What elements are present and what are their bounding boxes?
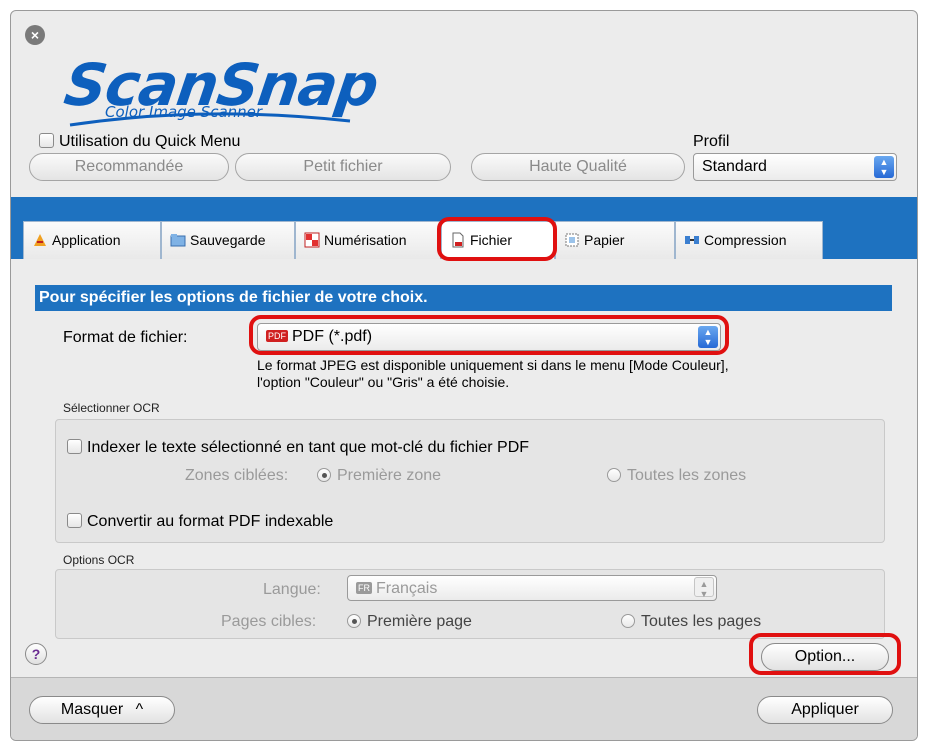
tab-papier[interactable]: Papier	[555, 221, 675, 259]
file-format-select[interactable]: PDF PDF (*.pdf) ▲ ▼	[257, 323, 721, 351]
langue-value: Français	[376, 580, 438, 597]
radio-icon[interactable]	[317, 468, 331, 482]
page-all-label: Toutes les pages	[641, 613, 762, 630]
langue-select[interactable]: FR Français ▲ ▼	[347, 575, 717, 601]
preset-recommended-button[interactable]: Recommandée	[29, 153, 229, 181]
page-all-radio[interactable]: Toutes les pages	[621, 613, 761, 631]
convert-label: Convertir au format PDF indexable	[87, 513, 334, 530]
fr-flag-icon: FR	[356, 582, 372, 594]
ocr-select-title: Sélectionner OCR	[63, 401, 160, 415]
zone-all-label: Toutes les zones	[627, 467, 747, 484]
tab-label: Numérisation	[324, 232, 407, 248]
quick-menu-checkbox[interactable]: Utilisation du Quick Menu	[39, 133, 240, 151]
tab-label: Papier	[584, 232, 625, 248]
page-first-radio[interactable]: Première page	[347, 613, 472, 631]
select-arrows-icon: ▲ ▼	[698, 326, 718, 348]
option-button[interactable]: Option...	[761, 643, 889, 671]
zone-all-radio[interactable]: Toutes les zones	[607, 467, 746, 485]
preset-high-quality-button[interactable]: Haute Qualité	[471, 153, 685, 181]
langue-label: Langue:	[263, 581, 321, 598]
help-icon[interactable]: ?	[25, 643, 47, 665]
quick-menu-label: Utilisation du Quick Menu	[59, 133, 241, 150]
pdf-icon: PDF	[266, 330, 288, 342]
zone-first-label: Première zone	[337, 467, 442, 484]
folder-icon	[170, 234, 186, 247]
tab-fichier[interactable]: Fichier	[441, 221, 555, 259]
tab-label: Application	[52, 232, 121, 248]
tab-label: Sauvegarde	[190, 232, 266, 248]
format-hint: Le format JPEG est disponible uniquement…	[257, 357, 877, 391]
preset-small-file-button[interactable]: Petit fichier	[235, 153, 451, 181]
tab-compression[interactable]: Compression	[675, 221, 823, 259]
scansnap-settings-window: × ScanSnap Color Image Scanner Utilisati…	[10, 10, 918, 741]
radio-icon[interactable]	[621, 614, 635, 628]
hint-line-2: l'option "Couleur" ou "Gris" a été chois…	[257, 374, 510, 390]
profil-label: Profil	[693, 133, 730, 150]
profil-value: Standard	[702, 158, 767, 175]
tab-numerisation[interactable]: Numérisation	[295, 221, 441, 259]
hide-button[interactable]: Masquer ^	[29, 696, 175, 724]
hide-label: Masquer	[60, 701, 124, 718]
radio-icon[interactable]	[347, 614, 361, 628]
format-label: Format de fichier:	[63, 329, 188, 346]
compression-icon	[685, 236, 699, 244]
tab-sauvegarde[interactable]: Sauvegarde	[161, 221, 295, 259]
section-title: Pour spécifier les options de fichier de…	[35, 285, 892, 311]
radio-icon[interactable]	[607, 468, 621, 482]
tab-label: Fichier	[470, 232, 513, 248]
hint-line-1: Le format JPEG est disponible uniquement…	[257, 357, 729, 373]
zones-label: Zones ciblées:	[185, 467, 289, 484]
scan-icon	[304, 232, 320, 248]
application-icon	[34, 234, 46, 246]
chevron-up-icon: ^	[135, 701, 144, 718]
index-text-label: Indexer le texte sélectionné en tant que…	[87, 439, 530, 456]
file-settings-panel: Pour spécifier les options de fichier de…	[11, 259, 917, 677]
select-arrows-icon: ▲ ▼	[874, 156, 894, 178]
profil-select[interactable]: Standard ▲ ▼	[693, 153, 897, 181]
checkbox-icon[interactable]	[67, 439, 82, 454]
bottom-bar: Masquer ^ Appliquer	[11, 677, 917, 740]
file-icon	[452, 232, 464, 248]
convert-pdf-checkbox[interactable]: Convertir au format PDF indexable	[67, 513, 333, 531]
paper-icon	[565, 233, 579, 247]
format-value: PDF (*.pdf)	[292, 328, 373, 345]
close-icon[interactable]: ×	[25, 25, 45, 45]
index-text-checkbox[interactable]: Indexer le texte sélectionné en tant que…	[67, 439, 529, 457]
checkbox-icon[interactable]	[67, 513, 82, 528]
select-arrows-icon: ▲ ▼	[694, 577, 714, 599]
apply-button[interactable]: Appliquer	[757, 696, 893, 724]
page-first-label: Première page	[367, 613, 472, 630]
tab-bar: Application Sauvegarde Numérisation Fich…	[11, 197, 917, 259]
tab-label: Compression	[704, 232, 787, 248]
pages-label: Pages cibles:	[221, 613, 317, 630]
checkbox-icon[interactable]	[39, 133, 54, 148]
zone-first-radio[interactable]: Première zone	[317, 467, 441, 485]
logo-subtitle: Color Image Scanner	[105, 103, 263, 121]
ocr-options-title: Options OCR	[63, 553, 135, 567]
tab-application[interactable]: Application	[23, 221, 161, 259]
